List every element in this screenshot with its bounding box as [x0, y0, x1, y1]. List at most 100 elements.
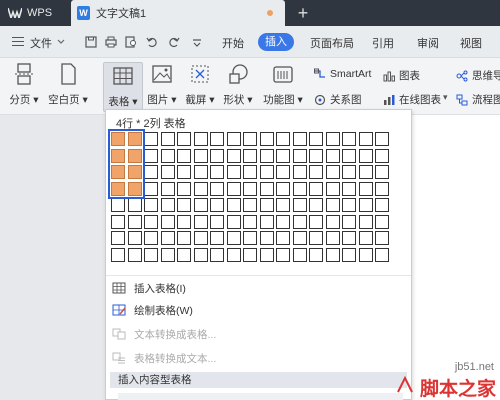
table-grid-cell[interactable]: [358, 181, 373, 196]
table-grid-cell[interactable]: [342, 231, 356, 245]
table-grid-cell[interactable]: [259, 214, 274, 229]
table-grid-cell[interactable]: [160, 181, 175, 196]
table-grid-cell[interactable]: [160, 165, 175, 179]
table-grid-cell[interactable]: [375, 148, 389, 163]
table-grid-cell[interactable]: [309, 132, 323, 146]
table-grid-cell[interactable]: [276, 132, 290, 146]
online-chart-dropdown-icon[interactable]: ▾: [443, 92, 448, 103]
table-grid-cell[interactable]: [144, 198, 158, 212]
table-grid-cell[interactable]: [358, 165, 373, 179]
table-grid-cell[interactable]: [210, 247, 224, 262]
table-grid-cell[interactable]: [226, 247, 241, 262]
menu-icon[interactable]: [12, 37, 24, 46]
table-grid-cell[interactable]: [210, 198, 224, 212]
tab-home[interactable]: 开始: [222, 35, 244, 51]
insert-table-item[interactable]: 插入表格(I): [112, 278, 186, 298]
table-grid-cell[interactable]: [309, 247, 323, 262]
file-menu[interactable]: 文件: [30, 35, 52, 51]
table-grid-cell[interactable]: [226, 231, 241, 245]
table-grid-cell[interactable]: [177, 247, 191, 262]
table-grid-cell[interactable]: [193, 165, 208, 179]
table-grid-cell[interactable]: [276, 181, 290, 196]
table-grid-cell[interactable]: [111, 214, 125, 229]
table-grid-cell[interactable]: [375, 231, 389, 245]
table-grid-cell[interactable]: [210, 214, 224, 229]
table-grid-cell[interactable]: [358, 214, 373, 229]
table-grid-cell[interactable]: [144, 165, 158, 179]
table-grid-cell[interactable]: [177, 165, 191, 179]
table-grid-cell[interactable]: [177, 198, 191, 212]
table-grid-cell[interactable]: [259, 132, 274, 146]
table-grid-cell[interactable]: [193, 148, 208, 163]
table-grid-cell[interactable]: [342, 247, 356, 262]
table-grid-cell[interactable]: [276, 247, 290, 262]
table-grid-cell[interactable]: [177, 231, 191, 245]
smartart-button[interactable]: SmartArt: [314, 68, 371, 80]
table-grid-cell[interactable]: [243, 181, 257, 196]
table-grid-cell[interactable]: [342, 181, 356, 196]
online-chart-button[interactable]: 在线图表: [383, 92, 441, 107]
table-grid-cell[interactable]: [210, 148, 224, 163]
tab-review[interactable]: 审阅: [417, 35, 439, 51]
blank-page-button[interactable]: 空白页 ▾: [48, 63, 88, 107]
table-grid-cell[interactable]: [276, 198, 290, 212]
table-grid-cell[interactable]: [325, 165, 340, 179]
table-grid-cell[interactable]: [127, 198, 142, 212]
table-grid-cell[interactable]: [226, 198, 241, 212]
table-grid-cell[interactable]: [292, 214, 307, 229]
table-grid-cell[interactable]: [358, 198, 373, 212]
table-grid-cell[interactable]: [292, 198, 307, 212]
table-grid-cell[interactable]: [325, 132, 340, 146]
table-grid-cell[interactable]: [127, 214, 142, 229]
table-grid-cell[interactable]: [358, 148, 373, 163]
tab-insert[interactable]: 插入: [258, 33, 294, 51]
table-grid-cell[interactable]: [259, 181, 274, 196]
table-grid-cell[interactable]: [144, 214, 158, 229]
table-grid-cell[interactable]: [243, 148, 257, 163]
table-grid-cell[interactable]: [292, 247, 307, 262]
picture-button[interactable]: 图片 ▾: [147, 63, 177, 107]
table-grid-cell[interactable]: [375, 165, 389, 179]
table-grid-cell[interactable]: [177, 148, 191, 163]
relation-chart-button[interactable]: 关系图: [314, 92, 362, 107]
table-grid-cell[interactable]: [226, 214, 241, 229]
table-grid-cell[interactable]: [309, 214, 323, 229]
table-grid-cell[interactable]: [375, 247, 389, 262]
table-grid-cell[interactable]: [342, 214, 356, 229]
table-grid-cell[interactable]: [342, 148, 356, 163]
table-grid-cell[interactable]: [160, 198, 175, 212]
table-grid-cell[interactable]: [177, 214, 191, 229]
table-grid-cell[interactable]: [243, 231, 257, 245]
table-grid-cell[interactable]: [144, 181, 158, 196]
table-grid-cell[interactable]: [160, 132, 175, 146]
table-grid-cell[interactable]: [177, 181, 191, 196]
table-grid-cell[interactable]: [342, 132, 356, 146]
table-grid-cell[interactable]: [210, 165, 224, 179]
table-grid-cell[interactable]: [210, 231, 224, 245]
app-tab-wps[interactable]: WPS: [0, 0, 68, 26]
table-grid-cell[interactable]: [325, 247, 340, 262]
table-grid-cell[interactable]: [375, 214, 389, 229]
table-grid-cell[interactable]: [144, 231, 158, 245]
table-grid-cell[interactable]: [177, 132, 191, 146]
table-grid-cell[interactable]: [193, 181, 208, 196]
add-tab-button[interactable]: +: [293, 3, 313, 23]
table-grid-cell[interactable]: [243, 132, 257, 146]
table-grid-cell[interactable]: [375, 132, 389, 146]
table-grid-cell[interactable]: [226, 181, 241, 196]
table-grid-cell[interactable]: [193, 231, 208, 245]
table-grid-cell[interactable]: [193, 132, 208, 146]
table-grid-cell[interactable]: [358, 132, 373, 146]
table-grid-cell[interactable]: [292, 148, 307, 163]
mindmap-button[interactable]: 思维导: [456, 68, 500, 83]
table-grid-cell[interactable]: [193, 198, 208, 212]
print-preview-icon[interactable]: [125, 36, 137, 48]
table-grid-cell[interactable]: [292, 165, 307, 179]
flowchart-button[interactable]: 流程图: [456, 92, 500, 107]
table-grid-cell[interactable]: [210, 132, 224, 146]
document-tab[interactable]: W 文字文稿1: [71, 0, 285, 26]
table-grid-cell[interactable]: [111, 231, 125, 245]
table-grid-cell[interactable]: [259, 247, 274, 262]
table-button[interactable]: 表格 ▾: [103, 62, 143, 112]
table-grid-cell[interactable]: [375, 181, 389, 196]
